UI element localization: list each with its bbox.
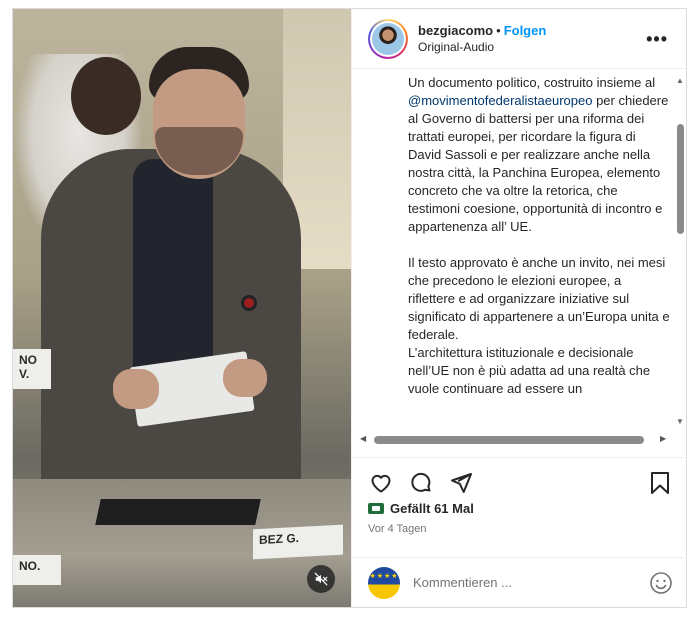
bookmark-icon [651, 472, 669, 494]
like-button[interactable] [368, 470, 394, 496]
speaker-muted-icon [314, 572, 328, 586]
save-button[interactable] [647, 470, 673, 496]
post-caption: Un documento politico, costruito insieme… [408, 74, 670, 398]
scroll-right-arrow-icon[interactable]: ▶ [660, 434, 666, 443]
follow-button[interactable]: Folgen [504, 23, 547, 38]
caption-text-part-2: per chiedere al Governo di battersi per … [408, 93, 670, 396]
audio-link[interactable]: Original-Audio [418, 39, 546, 56]
mute-button[interactable] [307, 565, 335, 593]
vertical-scrollbar[interactable]: ▲ ▼ [675, 76, 685, 426]
name-plate-no: NO. [13, 555, 61, 585]
horizontal-scrollbar[interactable]: ◀ ▶ [356, 434, 670, 446]
username-link[interactable]: bezgiacomo [418, 23, 493, 38]
comment-input[interactable]: Kommentieren ... [413, 575, 512, 590]
video-laptop [95, 499, 261, 525]
separator-dot: • [496, 22, 501, 38]
comment-button[interactable] [408, 470, 434, 496]
profile-avatar[interactable] [368, 18, 408, 59]
share-button[interactable] [448, 470, 474, 496]
comment-bar: ★★★★ Kommentieren ... [352, 557, 687, 607]
scroll-down-arrow-icon[interactable]: ▼ [675, 417, 685, 426]
video-background-person-head [71, 57, 141, 135]
caption-text-part-1: Un documento politico, costruito insieme… [408, 75, 659, 90]
scroll-up-arrow-icon[interactable]: ▲ [675, 76, 685, 85]
post-header: bezgiacomo • Folgen Original-Audio ••• [352, 9, 686, 69]
horizontal-scroll-thumb[interactable] [374, 436, 644, 444]
likes-count[interactable]: Gefällt 61 Mal [368, 501, 474, 516]
current-user-avatar: ★★★★ [368, 566, 400, 599]
likes-label: Gefällt 61 Mal [390, 501, 474, 516]
post-timestamp[interactable]: Vor 4 Tagen [368, 523, 427, 535]
smiley-icon[interactable] [649, 571, 673, 595]
comment-icon [411, 472, 431, 492]
video-left-hand [113, 369, 159, 409]
more-options-button[interactable]: ••• [646, 30, 668, 48]
action-bar [352, 457, 687, 497]
video-player[interactable]: BEZ G. NO. NO V. [13, 9, 351, 607]
name-plate-no-v: NO V. [13, 349, 51, 389]
video-right-hand [223, 359, 267, 397]
post-dialog: BEZ G. NO. NO V. bezgiacomo • Folgen Origi… [12, 8, 687, 608]
mention-link[interactable]: @movimentofederalistaeuropeo [408, 93, 592, 108]
vertical-scroll-thumb[interactable] [677, 124, 684, 234]
heart-icon [371, 474, 391, 493]
send-icon [451, 473, 472, 493]
scroll-left-arrow-icon[interactable]: ◀ [360, 434, 366, 443]
video-microphone [241, 295, 257, 311]
post-side-panel: bezgiacomo • Folgen Original-Audio ••• Un … [351, 9, 687, 607]
name-plate-bez: BEZ G. [253, 524, 343, 560]
likes-badge-icon [368, 503, 384, 514]
caption-scroll-area[interactable]: Un documento politico, costruito insieme… [352, 70, 687, 446]
